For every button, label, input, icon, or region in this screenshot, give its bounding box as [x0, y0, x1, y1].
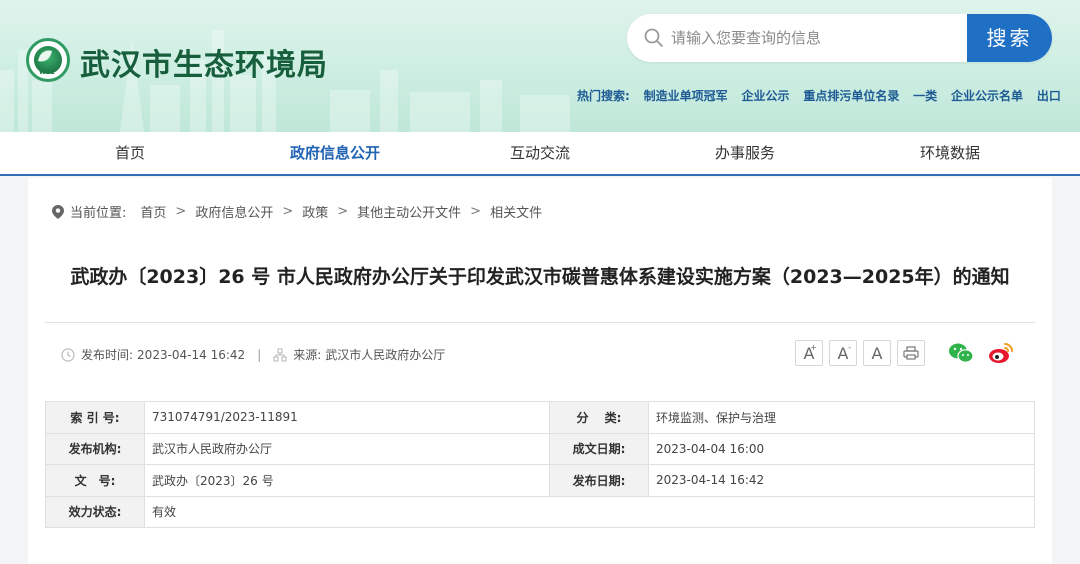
published-value: 2023-04-14 16:42 — [648, 464, 1035, 497]
table-row: 效力状态: 有效 — [45, 495, 1035, 528]
category-value: 环境监测、保护与治理 — [648, 401, 1035, 434]
search-button[interactable]: 搜索 — [967, 14, 1052, 62]
published-label: 发布日期: — [549, 464, 649, 497]
article-title: 武政办〔2023〕26 号 市人民政府办公厅关于印发武汉市碳普惠体系建设实施方案… — [70, 266, 1010, 288]
print-icon — [903, 346, 919, 360]
nav-item-home[interactable]: 首页 — [70, 132, 190, 174]
table-row: 文 号: 武政办〔2023〕26 号 发布日期: 2023-04-14 16:4… — [45, 464, 1035, 497]
source-icon — [273, 347, 287, 362]
breadcrumb-item[interactable]: 相关文件 — [490, 202, 542, 221]
location-pin-icon — [52, 204, 64, 219]
wechat-icon[interactable] — [947, 340, 975, 366]
breadcrumb-separator: > — [282, 204, 294, 219]
hot-search-link[interactable]: 制造业单项冠军 — [644, 89, 728, 103]
meta-separator: | — [257, 347, 262, 362]
doc-number-value: 武政办〔2023〕26 号 — [144, 464, 550, 497]
doc-number-label: 文 号: — [45, 464, 145, 497]
category-label: 分 类: — [549, 401, 649, 434]
hot-search-label: 热门搜索: — [577, 89, 630, 103]
nav-item-env-data[interactable]: 环境数据 — [890, 132, 1010, 174]
index-value: 731074791/2023-11891 — [144, 401, 550, 434]
print-button[interactable] — [897, 340, 925, 366]
site-header: WEE 武汉市生态环境局 搜索 热门搜索: 制造业单项冠军 企业公示 重点排污单… — [0, 0, 1080, 132]
nav-item-services[interactable]: 办事服务 — [685, 132, 805, 174]
table-row: 发布机构: 武汉市人民政府办公厅 成文日期: 2023-04-04 16:00 — [45, 432, 1035, 465]
source: 武汉市人民政府办公厅 — [325, 348, 446, 362]
breadcrumb-separator: > — [470, 204, 482, 219]
breadcrumb-separator: > — [175, 204, 187, 219]
search-icon — [644, 28, 663, 47]
breadcrumb-item[interactable]: 首页 — [140, 202, 166, 221]
hot-search-link[interactable]: 企业公示 — [741, 89, 789, 103]
divider — [45, 322, 1035, 323]
font-medium-label: A — [837, 343, 849, 363]
hot-search-link[interactable]: 一类 — [913, 89, 937, 103]
font-small-label: A — [871, 343, 883, 363]
hot-search-link[interactable]: 重点排污单位名录 — [803, 89, 899, 103]
index-label: 索 引 号: — [45, 401, 145, 434]
breadcrumb-item[interactable]: 政府信息公开 — [195, 202, 273, 221]
font-small-button[interactable]: A — [863, 340, 891, 366]
main-nav: 首页 政府信息公开 互动交流 办事服务 环境数据 — [0, 132, 1080, 176]
hot-search-link[interactable]: 出口 — [1037, 89, 1061, 103]
status-value: 有效 — [144, 495, 1035, 528]
breadcrumb: 当前位置: 首页 > 政府信息公开 > 政策 > 其他主动公开文件 > 相关文件 — [52, 202, 542, 221]
logo[interactable]: WEE — [26, 38, 70, 82]
font-large-button[interactable]: A + — [795, 340, 823, 366]
weibo-icon[interactable] — [987, 340, 1015, 366]
site-title[interactable]: 武汉市生态环境局 — [80, 40, 328, 84]
hot-search-link[interactable]: 企业公示名单 — [951, 89, 1023, 103]
table-row: 索 引 号: 731074791/2023-11891 分 类: 环境监测、保护… — [45, 401, 1035, 434]
nav-item-gov-info[interactable]: 政府信息公开 — [275, 132, 395, 174]
org-value: 武汉市人民政府办公厅 — [144, 432, 550, 465]
breadcrumb-item[interactable]: 其他主动公开文件 — [357, 202, 461, 221]
article-meta: 发布时间: 2023-04-14 16:42 | 来源: 武汉市人民政府办公厅 — [61, 346, 445, 363]
status-label: 效力状态: — [45, 495, 145, 528]
logo-text: WEE — [39, 69, 56, 76]
search-input[interactable] — [671, 14, 961, 62]
publish-time: 2023-04-14 16:42 — [137, 347, 246, 362]
source-label: 来源: — [293, 348, 322, 362]
publish-time-label: 发布时间: — [81, 348, 134, 362]
breadcrumb-separator: > — [337, 204, 349, 219]
clock-icon — [61, 347, 75, 362]
document-info-table: 索 引 号: 731074791/2023-11891 分 类: 环境监测、保护… — [45, 401, 1035, 528]
org-label: 发布机构: — [45, 432, 145, 465]
breadcrumb-label: 当前位置: — [70, 206, 127, 221]
hot-search: 热门搜索: 制造业单项冠军 企业公示 重点排污单位名录 一类 企业公示名单 出口 — [577, 87, 1071, 103]
breadcrumb-item[interactable]: 政策 — [302, 202, 328, 221]
font-medium-button[interactable]: A- — [829, 340, 857, 366]
article-tools: A + A- A — [795, 340, 1015, 366]
nav-item-interaction[interactable]: 互动交流 — [480, 132, 600, 174]
search-bar: 搜索 — [627, 14, 1052, 62]
created-label: 成文日期: — [549, 432, 649, 465]
created-value: 2023-04-04 16:00 — [648, 432, 1035, 465]
